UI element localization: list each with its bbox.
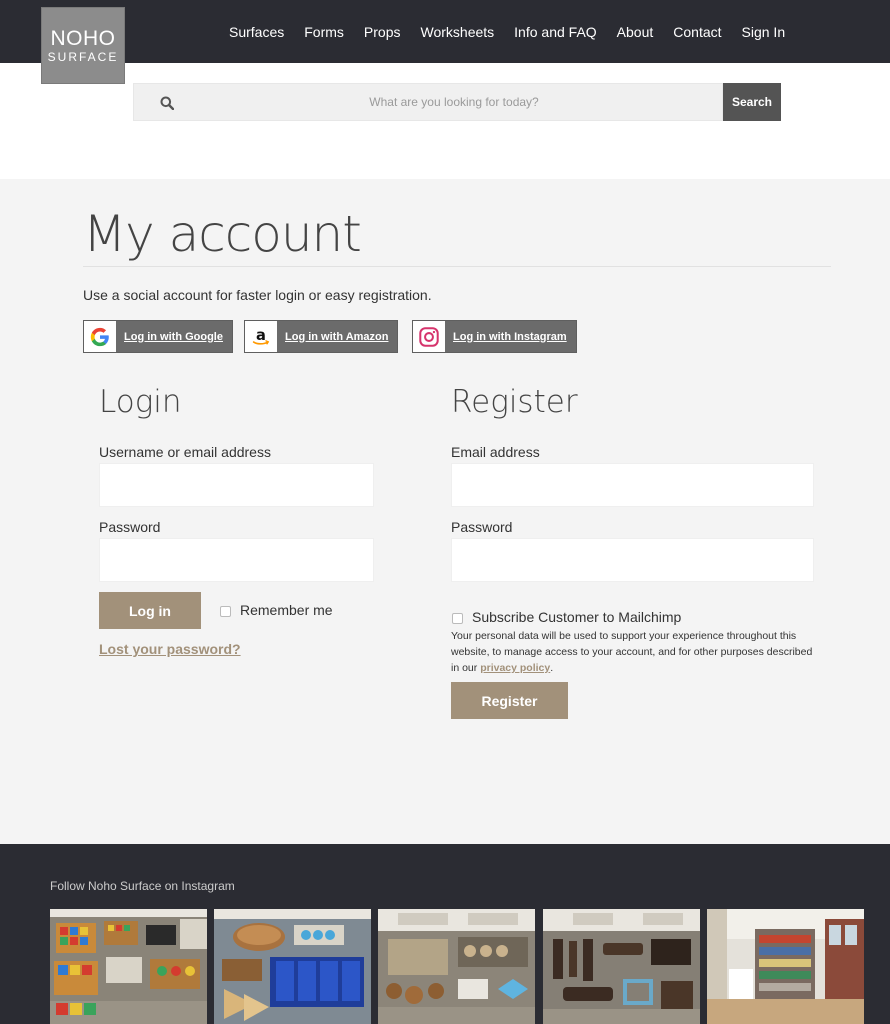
account-content: My account Use a social account for fast… (0, 179, 890, 844)
privacy-end: . (550, 662, 554, 674)
nav-forms[interactable]: Forms (304, 24, 344, 40)
page-title: My account (83, 205, 362, 263)
login-password-label: Password (99, 519, 161, 535)
top-navigation-bar: Surfaces Forms Props Worksheets Info and… (0, 0, 890, 63)
search-bar: Search (133, 83, 781, 121)
register-password-label: Password (451, 519, 513, 535)
main-nav: Surfaces Forms Props Worksheets Info and… (219, 0, 795, 63)
remember-me-label: Remember me (240, 602, 333, 618)
svg-text:a: a (256, 326, 266, 343)
amazon-login-button[interactable]: a Log in with Amazon (244, 320, 399, 353)
email-label: Email address (451, 444, 540, 460)
register-button[interactable]: Register (451, 682, 568, 719)
subscribe-checkbox[interactable] (452, 613, 463, 624)
register-password-input[interactable] (451, 538, 814, 582)
logo-line-2: SURFACE (47, 49, 119, 64)
nav-surfaces[interactable]: Surfaces (229, 24, 284, 40)
search-icon (160, 96, 174, 110)
title-divider (83, 266, 831, 267)
subscribe-label: Subscribe Customer to Mailchimp (472, 609, 682, 625)
instagram-photo[interactable] (543, 909, 700, 1024)
nav-info-faq[interactable]: Info and FAQ (514, 24, 597, 40)
nav-contact[interactable]: Contact (673, 24, 721, 40)
instagram-feed-title: Follow Noho Surface on Instagram (50, 879, 235, 893)
instagram-login-label: Log in with Instagram (453, 330, 567, 343)
username-label: Username or email address (99, 444, 271, 460)
search-input[interactable] (194, 84, 714, 120)
footer: Follow Noho Surface on Instagram (0, 844, 890, 1024)
privacy-notice: Your personal data will be used to suppo… (451, 628, 816, 676)
instagram-icon (413, 321, 445, 352)
instagram-login-button[interactable]: Log in with Instagram (412, 320, 577, 353)
search-box (133, 83, 723, 121)
instagram-photo[interactable] (50, 909, 207, 1024)
email-input[interactable] (451, 463, 814, 507)
search-button[interactable]: Search (723, 83, 781, 121)
register-title: Register (451, 384, 578, 420)
login-button[interactable]: Log in (99, 592, 201, 629)
google-login-button[interactable]: Log in with Google (83, 320, 233, 353)
login-title: Login (99, 384, 182, 420)
amazon-icon: a (245, 321, 277, 352)
nav-props[interactable]: Props (364, 24, 401, 40)
amazon-login-label: Log in with Amazon (285, 330, 389, 343)
username-input[interactable] (99, 463, 374, 507)
login-password-input[interactable] (99, 538, 374, 582)
google-login-label: Log in with Google (124, 330, 223, 343)
instagram-photo[interactable] (214, 909, 371, 1024)
social-login-intro: Use a social account for faster login or… (83, 287, 432, 303)
nav-about[interactable]: About (617, 24, 654, 40)
remember-me-checkbox[interactable] (220, 606, 231, 617)
site-logo[interactable]: NOHO SURFACE (41, 7, 125, 84)
lost-password-link[interactable]: Lost your password? (99, 641, 241, 657)
privacy-policy-link[interactable]: privacy policy (480, 662, 550, 674)
nav-sign-in[interactable]: Sign In (742, 24, 786, 40)
instagram-photo[interactable] (378, 909, 535, 1024)
instagram-photo[interactable] (707, 909, 864, 1024)
google-icon (84, 321, 116, 352)
logo-line-1: NOHO (50, 26, 116, 50)
nav-worksheets[interactable]: Worksheets (421, 24, 495, 40)
